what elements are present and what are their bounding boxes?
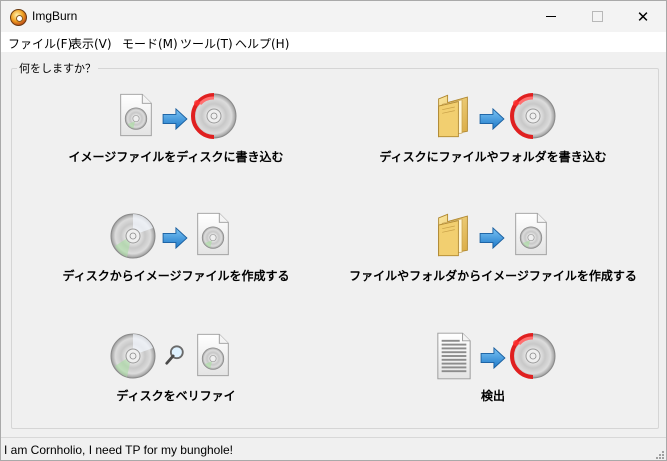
task-verify-disc[interactable]: ディスクをベリファイ	[26, 328, 326, 428]
menu-help[interactable]: ヘルプ(H)	[235, 35, 289, 52]
folder-icon	[435, 92, 471, 140]
task-write-files-to-disc[interactable]: ディスクにファイルやフォルダを書き込む	[343, 89, 643, 189]
image-file-icon	[195, 333, 231, 377]
title-bar[interactable]: ImgBurn ✕	[1, 1, 666, 32]
arrow-right-icon	[480, 347, 506, 369]
close-button[interactable]: ✕	[620, 1, 666, 32]
task-label-verify: ディスクをベリファイ	[116, 389, 236, 403]
menu-mode[interactable]: モード(M)	[122, 35, 178, 52]
image-file-icon	[118, 93, 154, 137]
imgburn-window: ImgBurn ✕ ファイル(F) 表示(V) モード(M) ツール(T) ヘル…	[0, 0, 667, 461]
window-title: ImgBurn	[32, 9, 78, 23]
task-label-write-files: ディスクにファイルやフォルダを書き込む	[379, 150, 607, 164]
burn-disc-icon	[190, 92, 238, 140]
magnifier-icon	[164, 344, 186, 366]
task-group-legend: 何をしますか？	[17, 60, 98, 76]
folder-icon	[435, 211, 471, 259]
task-read-disc-to-image[interactable]: ディスクからイメージファイルを作成する	[26, 208, 326, 308]
arrow-right-icon	[479, 108, 505, 130]
minimize-icon	[546, 16, 556, 17]
disc-icon	[109, 212, 157, 260]
menu-file[interactable]: ファイル(F)	[8, 35, 72, 52]
image-file-icon	[195, 212, 231, 256]
maximize-button[interactable]	[574, 1, 620, 32]
task-label-discovery: 検出	[480, 389, 505, 403]
imgburn-app-icon[interactable]	[10, 9, 27, 26]
task-build-image-from-files[interactable]: ファイルやフォルダからイメージファイルを作成する	[343, 208, 643, 308]
menu-view[interactable]: 表示(V)	[70, 35, 112, 52]
task-discovery[interactable]: 検出	[343, 328, 643, 428]
arrow-right-icon	[162, 227, 188, 249]
binary-file-icon	[435, 332, 473, 380]
menu-tools[interactable]: ツール(T)	[180, 35, 233, 52]
burn-disc-icon	[509, 92, 557, 140]
resize-grip-icon[interactable]	[654, 449, 664, 459]
task-label-read-disc: ディスクからイメージファイルを作成する	[62, 269, 290, 283]
task-write-image-to-disc[interactable]: イメージファイルをディスクに書き込む	[26, 89, 326, 189]
status-text: I am Cornholio, I need TP for my bunghol…	[4, 443, 234, 457]
arrow-right-icon	[479, 227, 505, 249]
maximize-icon	[591, 11, 603, 22]
task-label-write-image: イメージファイルをディスクに書き込む	[68, 150, 284, 164]
menu-bar: ファイル(F) 表示(V) モード(M) ツール(T) ヘルプ(H)	[1, 32, 666, 52]
arrow-right-icon	[162, 108, 188, 130]
image-file-icon	[513, 212, 549, 256]
close-icon: ✕	[636, 7, 650, 26]
burn-disc-icon	[509, 332, 557, 380]
minimize-button[interactable]	[528, 1, 574, 32]
disc-icon	[109, 332, 157, 380]
task-label-build-image: ファイルやフォルダからイメージファイルを作成する	[349, 269, 637, 283]
status-bar: I am Cornholio, I need TP for my bunghol…	[1, 437, 666, 460]
